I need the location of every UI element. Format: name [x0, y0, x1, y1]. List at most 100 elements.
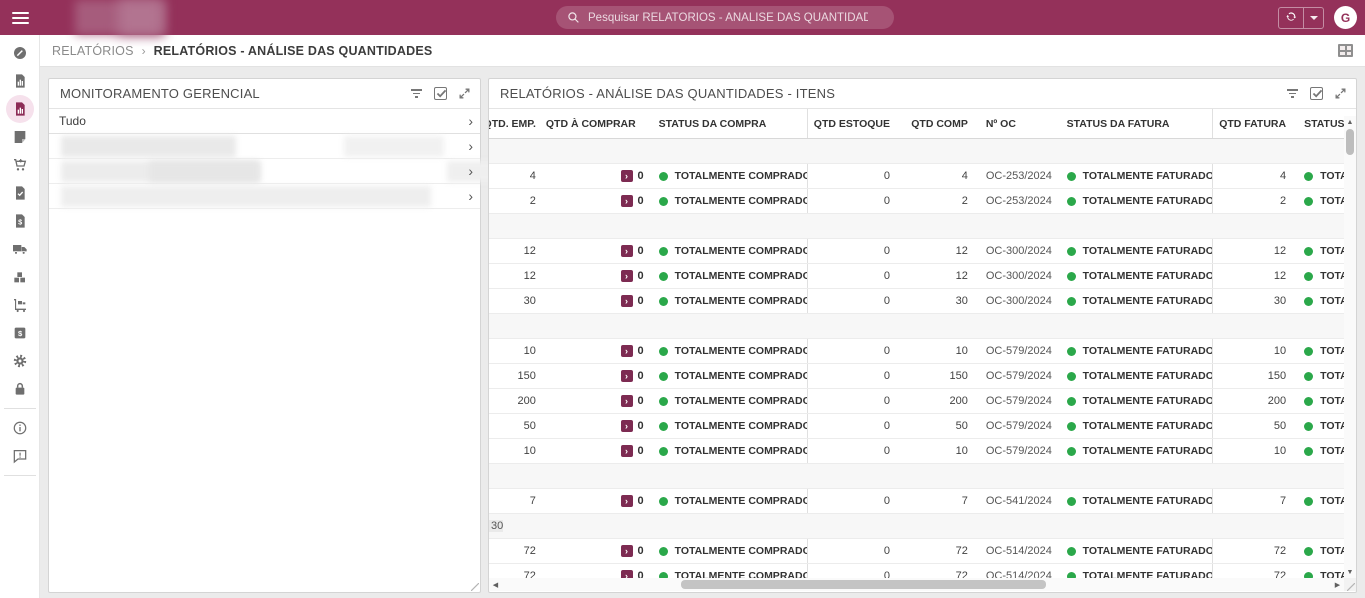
scroll-left-icon[interactable]: ◀: [489, 578, 502, 591]
sidebar-item-info[interactable]: [5, 414, 35, 442]
table-row[interactable]: 7›0TOTALMENTE COMPRADO07OC-541/2024TOTAL…: [489, 489, 1344, 514]
monitor-list-item-redacted[interactable]: ›: [49, 184, 480, 209]
layout-grid-icon[interactable]: [1338, 44, 1353, 57]
drilldown-badge-icon[interactable]: ›: [621, 270, 633, 282]
table-row[interactable]: 200›0TOTALMENTE COMPRADO0200OC-579/2024T…: [489, 389, 1344, 414]
table-row[interactable]: 10›0TOTALMENTE COMPRADO010OC-579/2024TOT…: [489, 439, 1344, 464]
sidebar-item-gear[interactable]: [5, 347, 35, 375]
status-text: TOTALMENTE COMPRADO: [675, 545, 808, 557]
checkbox-icon[interactable]: [433, 86, 448, 101]
drilldown-badge-icon[interactable]: ›: [621, 295, 633, 307]
sidebar-item-lock[interactable]: [5, 375, 35, 403]
sidebar-item-trolley[interactable]: [5, 291, 35, 319]
table-row[interactable]: 150›0TOTALMENTE COMPRADO0150OC-579/2024T…: [489, 364, 1344, 389]
column-header-qtd_fatura[interactable]: QTD FATURA: [1212, 109, 1294, 138]
table-row[interactable]: 50›0TOTALMENTE COMPRADO050OC-579/2024TOT…: [489, 414, 1344, 439]
sidebar-divider: [4, 475, 36, 476]
expand-icon[interactable]: [457, 86, 472, 101]
status-green-dot-icon: [1067, 247, 1076, 256]
drilldown-badge-icon[interactable]: ›: [621, 170, 633, 182]
status-text: TOTAL: [1320, 245, 1344, 257]
table-group-row[interactable]: [489, 214, 1344, 239]
hamburger-menu-icon[interactable]: [0, 0, 40, 35]
vertical-scrollbar-thumb[interactable]: [1346, 129, 1354, 155]
filter-icon[interactable]: [409, 86, 424, 101]
cell-value: 0: [638, 545, 644, 557]
column-header-status_3[interactable]: STATUS D: [1294, 109, 1344, 138]
filter-icon[interactable]: [1285, 86, 1300, 101]
checkbox-icon[interactable]: [1309, 86, 1324, 101]
refresh-icon[interactable]: [1279, 8, 1303, 28]
table-row[interactable]: 2›0TOTALMENTE COMPRADO02OC-253/2024TOTAL…: [489, 189, 1344, 214]
table-row[interactable]: 4›0TOTALMENTE COMPRADO04OC-253/2024TOTAL…: [489, 164, 1344, 189]
refresh-dropdown-caret-icon[interactable]: [1303, 8, 1323, 28]
column-header-qtd_emp[interactable]: QTD. EMP.: [489, 109, 546, 138]
monitor-list-item[interactable]: Tudo›: [49, 109, 480, 134]
cell-qtd_estoque: 0: [807, 414, 900, 438]
sidebar-item-note[interactable]: [5, 123, 35, 151]
cell-qtd_estoque: 0: [807, 439, 900, 463]
table-group-row[interactable]: [489, 139, 1344, 164]
table-row[interactable]: 12›0TOTALMENTE COMPRADO012OC-300/2024TOT…: [489, 239, 1344, 264]
sidebar-item-document-check[interactable]: [5, 179, 35, 207]
user-avatar[interactable]: G: [1334, 6, 1357, 29]
sidebar-item-report-analysis[interactable]: [5, 95, 35, 123]
horizontal-scrollbar-thumb[interactable]: [681, 580, 1046, 589]
table-row[interactable]: 10›0TOTALMENTE COMPRADO010OC-579/2024TOT…: [489, 339, 1344, 364]
sidebar-item-pallet[interactable]: [5, 263, 35, 291]
cell-qtd_comp: 10: [900, 339, 975, 363]
column-header-n_oc[interactable]: Nº OC: [975, 109, 1057, 138]
table-row[interactable]: 12›0TOTALMENTE COMPRADO012OC-300/2024TOT…: [489, 264, 1344, 289]
drilldown-badge-icon[interactable]: ›: [621, 570, 633, 578]
drilldown-badge-icon[interactable]: ›: [621, 445, 633, 457]
cell-qtd_comp: 72: [900, 564, 975, 578]
drilldown-badge-icon[interactable]: ›: [621, 395, 633, 407]
column-header-status_compra[interactable]: STATUS DA COMPRA: [651, 109, 808, 138]
monitor-list-item-redacted[interactable]: ›: [49, 134, 480, 159]
cell-n_oc: OC-579/2024: [975, 389, 1057, 413]
search-input[interactable]: [588, 12, 868, 24]
drilldown-badge-icon[interactable]: ›: [621, 495, 633, 507]
cell-qtd_emp: 12: [489, 239, 546, 263]
cell-qtd_a_comprar: ›0: [546, 264, 651, 288]
breadcrumb-parent[interactable]: RELATÓRIOS: [52, 44, 134, 58]
status-text: TOTALMENTE FATURADO: [1083, 370, 1213, 382]
vertical-scrollbar[interactable]: ▲ ▼: [1344, 116, 1356, 578]
resize-handle[interactable]: [1347, 583, 1355, 591]
scroll-up-icon[interactable]: ▲: [1344, 116, 1356, 128]
drilldown-badge-icon[interactable]: ›: [621, 420, 633, 432]
drilldown-badge-icon[interactable]: ›: [621, 370, 633, 382]
drilldown-badge-icon[interactable]: ›: [621, 195, 633, 207]
sidebar-item-document-dollar[interactable]: $: [5, 207, 35, 235]
drilldown-badge-icon[interactable]: ›: [621, 545, 633, 557]
cell-qtd_comp: 50: [900, 414, 975, 438]
cell-status_compra: TOTALMENTE COMPRADO: [651, 564, 808, 578]
table-group-row[interactable]: [489, 464, 1344, 489]
table-row[interactable]: 72›0TOTALMENTE COMPRADO072OC-514/2024TOT…: [489, 539, 1344, 564]
sidebar-item-report-chart[interactable]: [5, 67, 35, 95]
table-group-row[interactable]: 30: [489, 514, 1344, 539]
monitor-list-item-redacted[interactable]: ›: [49, 159, 480, 184]
drilldown-badge-icon[interactable]: ›: [621, 245, 633, 257]
resize-handle[interactable]: [471, 583, 479, 591]
expand-icon[interactable]: [1333, 86, 1348, 101]
drilldown-badge-icon[interactable]: ›: [621, 345, 633, 357]
sidebar-item-dollar-square[interactable]: $: [5, 319, 35, 347]
search-icon: [567, 11, 580, 24]
table-group-row[interactable]: [489, 314, 1344, 339]
column-header-qtd_estoque[interactable]: QTD ESTOQUE: [807, 109, 900, 138]
sidebar-item-feedback[interactable]: [5, 442, 35, 470]
status-green-dot-icon: [1304, 297, 1313, 306]
horizontal-scrollbar[interactable]: ◀ ▶: [489, 578, 1344, 591]
column-header-qtd_comp[interactable]: QTD COMP: [900, 109, 975, 138]
scroll-right-icon[interactable]: ▶: [1331, 578, 1344, 591]
table-row[interactable]: 72›0TOTALMENTE COMPRADO072OC-514/2024TOT…: [489, 564, 1344, 578]
sidebar-item-dashboard[interactable]: [5, 39, 35, 67]
table-row[interactable]: 30›0TOTALMENTE COMPRADO030OC-300/2024TOT…: [489, 289, 1344, 314]
column-header-status_fatura[interactable]: STATUS DA FATURA: [1057, 109, 1213, 138]
sidebar-item-cart-plus[interactable]: [5, 151, 35, 179]
cell-qtd_fatura: 30: [1212, 289, 1294, 313]
scroll-down-icon[interactable]: ▼: [1344, 566, 1356, 578]
sidebar-item-truck[interactable]: [5, 235, 35, 263]
column-header-qtd_a_comprar[interactable]: QTD À COMPRAR: [546, 109, 651, 138]
